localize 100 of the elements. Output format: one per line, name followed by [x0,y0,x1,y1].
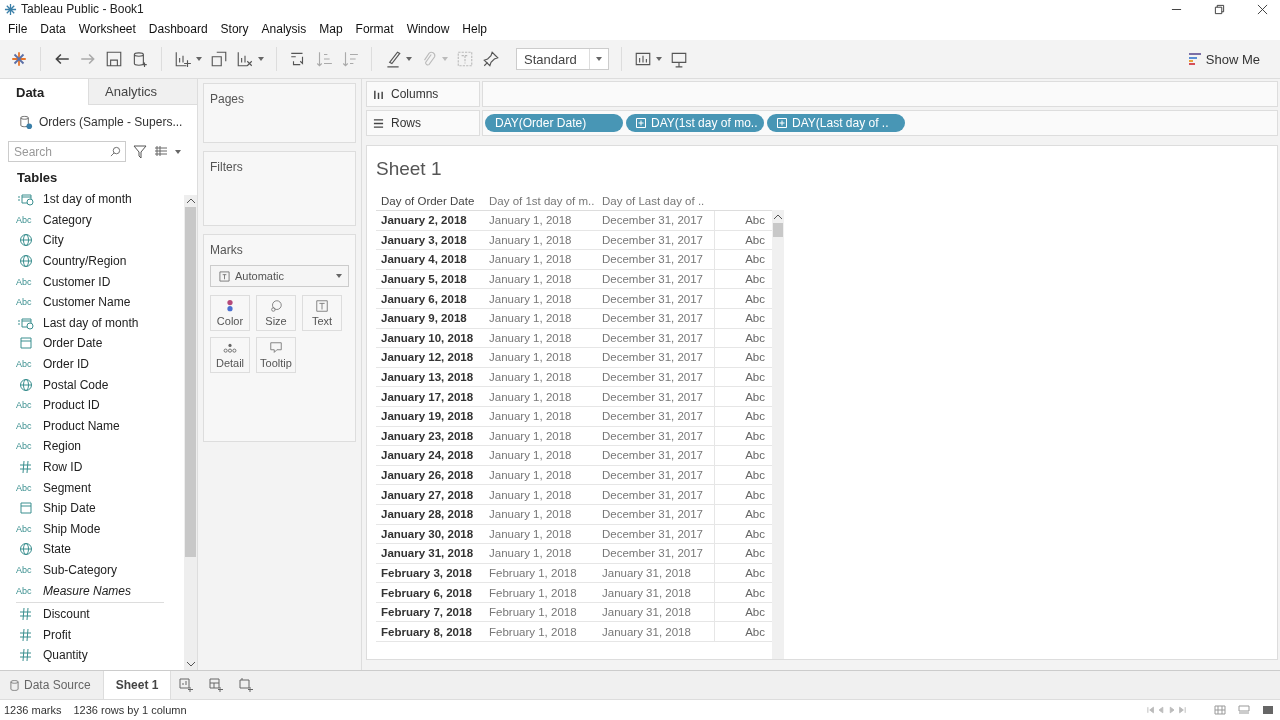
menu-item[interactable]: Help [462,22,487,36]
caret-icon[interactable] [175,149,181,154]
table-cell-text: January 12, 2018 [380,351,475,364]
caret-icon[interactable] [258,57,264,61]
scrollbar[interactable] [772,210,784,659]
duplicate-icon[interactable] [210,50,228,68]
menu-item[interactable]: File [8,22,28,36]
column-header[interactable]: Day of Last day of .. [602,195,714,207]
table-cell-text: December 31, 2017 [602,527,704,540]
field-name[interactable]: Order Date [43,336,103,351]
field-name[interactable]: Postal Code [43,377,109,392]
field-name[interactable]: Measure Names [43,583,132,598]
menu-item[interactable]: Analysis [261,22,307,36]
new-dashboard-icon[interactable] [208,677,225,693]
caret-icon[interactable] [196,57,202,61]
field-name[interactable]: Ship Date [43,501,96,516]
save-icon[interactable] [105,50,123,68]
scroll-thumb[interactable] [185,207,196,557]
tabs-view-icon[interactable] [1262,705,1274,715]
marks-button[interactable]: Detail [210,337,250,373]
scroll-thumb[interactable] [773,223,783,237]
new-worksheet-icon[interactable] [178,677,195,693]
field-name[interactable]: Product Name [43,418,120,433]
field-name[interactable]: Order ID [43,357,89,372]
table-cell-text: January 1, 2018 [489,429,573,442]
pane-tab[interactable]: Analytics [88,79,197,105]
field-name[interactable]: Country/Region [43,254,127,269]
field-name[interactable]: Profit [43,627,71,642]
caret-icon[interactable] [656,57,662,61]
field-name[interactable]: State [43,542,72,557]
table-cell-text: January 1, 2018 [489,527,573,540]
menu-item[interactable]: Format [355,22,394,36]
scroll-up-icon[interactable] [186,198,195,203]
field-name[interactable]: Sub-Category [43,563,118,577]
field-name[interactable]: Region [43,439,82,454]
field-name[interactable]: Discount [43,607,90,622]
scrollbar[interactable] [184,195,197,670]
field-name[interactable]: Ship Mode [43,521,101,536]
caret-icon[interactable] [336,274,342,278]
table-cell-text: December 31, 2017 [602,351,704,364]
table-cell-text: January 24, 2018 [380,449,475,462]
sheet-tab[interactable]: Sheet 1 [103,671,172,699]
presentation-icon[interactable] [670,50,688,68]
filter-icon[interactable] [133,144,147,159]
search-icon[interactable] [110,146,121,157]
caret-icon[interactable] [406,57,412,61]
marks-button[interactable]: Color [210,295,250,331]
new-story-icon[interactable] [238,677,255,693]
menu-item[interactable]: Story [220,22,249,36]
table-cell: Abc [714,387,769,406]
new-worksheet-icon[interactable] [174,50,192,68]
show-me-button[interactable]: Show Me [1188,49,1270,69]
expand-icon[interactable] [636,118,646,128]
field-name[interactable]: Customer Name [43,295,131,310]
field-name[interactable]: Quantity [43,648,88,663]
section-heading: Tables [16,169,59,187]
field-name[interactable]: Customer ID [43,274,111,289]
field-name[interactable]: City [43,233,64,248]
expand-icon[interactable] [777,118,787,128]
table-cell: Abc [714,426,769,446]
mark-type-dropdown[interactable]: Automatic [210,265,349,287]
sheet-title: Sheet 1 [376,158,443,181]
caret-icon[interactable] [596,57,602,61]
table-cell: Abc [714,485,769,504]
field-name[interactable]: Row ID [43,460,83,474]
column-header[interactable]: Day of Order Date [376,195,489,207]
marks-button[interactable]: Text [302,295,342,331]
string-type-icon: Abc [16,276,36,287]
fit-dropdown[interactable]: Standard [516,48,609,70]
field-name[interactable]: Category [43,212,92,227]
close-icon[interactable] [1257,3,1268,15]
view-list-icon[interactable] [154,144,168,159]
menu-item[interactable]: Dashboard [148,22,208,36]
menu-item[interactable]: Data [40,22,66,36]
menu-item[interactable]: Map [319,22,343,36]
field-name[interactable]: Segment [43,480,92,495]
chart-type-icon[interactable] [634,50,652,68]
menu-item[interactable]: Worksheet [78,22,136,36]
highlight-pen-icon[interactable] [384,50,402,68]
clear-sheet-icon[interactable] [236,50,254,68]
scroll-up-icon[interactable] [774,214,782,219]
column-header[interactable]: Day of 1st day of m.. [489,195,602,207]
data-source-name[interactable]: Orders (Sample - Supers... [39,115,183,129]
tableau-logo-icon[interactable] [10,50,28,68]
menu-item[interactable]: Window [406,22,450,36]
pin-icon[interactable] [482,50,500,68]
field-name[interactable]: Last day of month [43,315,139,330]
new-data-source-icon[interactable] [131,50,149,68]
scroll-down-icon[interactable] [186,662,195,667]
marks-button[interactable]: Size [256,295,296,331]
detail-dots-icon [223,341,237,355]
marks-button[interactable]: Tooltip [256,337,296,373]
search-field[interactable]: Search [8,141,126,162]
restore-icon[interactable] [1214,3,1225,15]
calculated-date-icon [16,315,36,330]
field-name[interactable]: 1st day of month [43,192,132,207]
field-name[interactable]: Product ID [43,398,100,413]
status-text: 1236 marks [4,704,62,716]
data-source-tab[interactable]: Data Source [0,671,104,699]
table-cell-text: January 1, 2018 [489,469,573,481]
